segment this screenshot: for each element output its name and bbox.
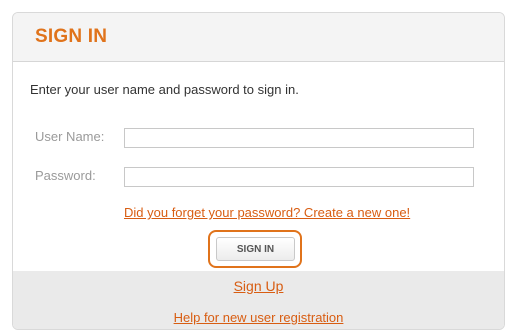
sign-up-link[interactable]: Sign Up — [13, 278, 504, 294]
password-label: Password: — [35, 168, 96, 183]
registration-help-link[interactable]: Help for new user registration — [13, 310, 504, 325]
panel-header: SIGN IN — [13, 13, 504, 62]
username-label: User Name: — [35, 129, 105, 144]
sign-in-button[interactable]: SIGN IN — [216, 237, 295, 261]
forgot-password-link[interactable]: Did you forget your password? Create a n… — [124, 205, 410, 220]
password-input[interactable] — [124, 167, 474, 187]
sign-in-panel: SIGN IN Enter your user name and passwor… — [12, 12, 505, 330]
sign-in-instructions: Enter your user name and password to sig… — [30, 82, 299, 97]
username-input[interactable] — [124, 128, 474, 148]
page-title: SIGN IN — [35, 26, 108, 47]
